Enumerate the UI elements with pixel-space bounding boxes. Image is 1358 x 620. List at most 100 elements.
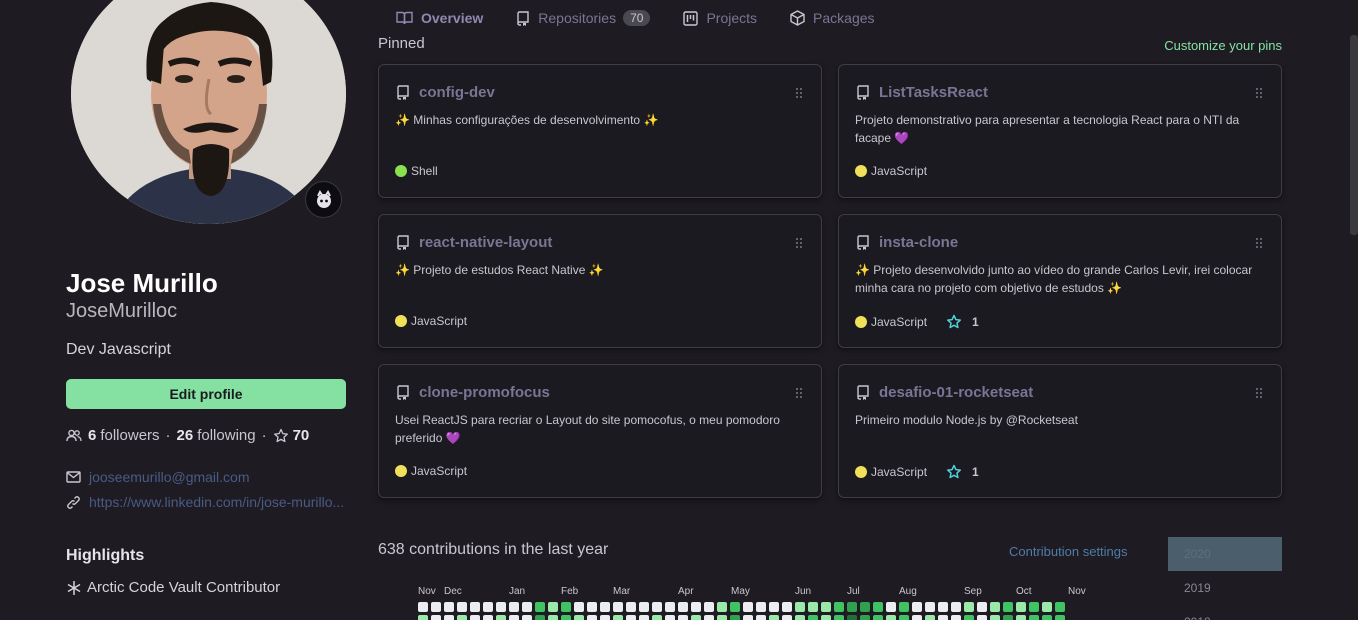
customize-pins-link[interactable]: Customize your pins xyxy=(1164,38,1282,53)
contribution-day[interactable] xyxy=(600,602,610,612)
contribution-day[interactable] xyxy=(977,615,987,620)
contribution-settings-button[interactable]: Contribution settings xyxy=(1009,544,1128,559)
contribution-day[interactable] xyxy=(704,615,714,620)
edit-profile-button[interactable]: Edit profile xyxy=(66,379,346,409)
contribution-day[interactable] xyxy=(691,602,701,612)
repo-name-link[interactable]: config-dev xyxy=(419,84,495,101)
contribution-day[interactable] xyxy=(652,615,662,620)
contribution-day[interactable] xyxy=(704,602,714,612)
drag-handle-icon[interactable] xyxy=(795,386,803,404)
contribution-day[interactable] xyxy=(1055,615,1065,620)
highlight-arctic-vault[interactable]: Arctic Code Vault Contributor xyxy=(66,579,280,596)
contribution-day[interactable] xyxy=(1003,615,1013,620)
contribution-day[interactable] xyxy=(600,615,610,620)
contribution-day[interactable] xyxy=(509,615,519,620)
contribution-day[interactable] xyxy=(1029,615,1039,620)
tab-overview[interactable]: Overview xyxy=(396,10,483,26)
repo-name-link[interactable]: desafio-01-rocketseat xyxy=(879,384,1033,401)
contribution-day[interactable] xyxy=(990,602,1000,612)
avatar[interactable] xyxy=(71,0,346,224)
contribution-day[interactable] xyxy=(1042,602,1052,612)
contribution-day[interactable] xyxy=(730,602,740,612)
contribution-day[interactable] xyxy=(912,615,922,620)
contribution-day[interactable] xyxy=(756,615,766,620)
contribution-day[interactable] xyxy=(639,602,649,612)
contribution-day[interactable] xyxy=(470,602,480,612)
contribution-day[interactable] xyxy=(873,602,883,612)
contribution-day[interactable] xyxy=(522,602,532,612)
following-link[interactable]: 26 following xyxy=(177,427,256,444)
contribution-day[interactable] xyxy=(548,615,558,620)
contribution-day[interactable] xyxy=(925,602,935,612)
repo-stars-link[interactable]: 1 xyxy=(946,464,979,480)
contribution-day[interactable] xyxy=(535,602,545,612)
contribution-day[interactable] xyxy=(431,602,441,612)
contribution-day[interactable] xyxy=(769,615,779,620)
contribution-day[interactable] xyxy=(418,602,428,612)
contribution-day[interactable] xyxy=(899,602,909,612)
contribution-day[interactable] xyxy=(509,602,519,612)
contribution-day[interactable] xyxy=(860,615,870,620)
contribution-day[interactable] xyxy=(431,615,441,620)
stars-link[interactable]: 70 xyxy=(273,427,314,444)
contribution-day[interactable] xyxy=(444,615,454,620)
contribution-day[interactable] xyxy=(990,615,1000,620)
contribution-day[interactable] xyxy=(457,615,467,620)
tab-packages[interactable]: Packages xyxy=(790,10,875,26)
contribution-day[interactable] xyxy=(613,615,623,620)
contribution-day[interactable] xyxy=(795,602,805,612)
contribution-day[interactable] xyxy=(951,602,961,612)
contribution-day[interactable] xyxy=(665,602,675,612)
contribution-day[interactable] xyxy=(1003,602,1013,612)
contribution-day[interactable] xyxy=(470,615,480,620)
contribution-day[interactable] xyxy=(964,615,974,620)
contribution-day[interactable] xyxy=(665,615,675,620)
contribution-day[interactable] xyxy=(743,602,753,612)
contribution-day[interactable] xyxy=(730,615,740,620)
contribution-day[interactable] xyxy=(782,615,792,620)
contribution-day[interactable] xyxy=(834,602,844,612)
contribution-day[interactable] xyxy=(925,615,935,620)
contribution-day[interactable] xyxy=(496,615,506,620)
contribution-day[interactable] xyxy=(483,602,493,612)
contribution-day[interactable] xyxy=(912,602,922,612)
tab-repositories[interactable]: Repositories 70 xyxy=(516,10,651,26)
drag-handle-icon[interactable] xyxy=(1255,86,1263,104)
email-link[interactable]: jooseemurillo@gmail.com xyxy=(66,469,250,485)
year-2020[interactable]: 2020 xyxy=(1168,537,1282,571)
contribution-day[interactable] xyxy=(782,602,792,612)
scrollbar[interactable] xyxy=(1350,35,1358,235)
contribution-day[interactable] xyxy=(522,615,532,620)
contribution-day[interactable] xyxy=(561,602,571,612)
contribution-day[interactable] xyxy=(626,602,636,612)
repo-name-link[interactable]: ListTasksReact xyxy=(879,84,988,101)
contribution-day[interactable] xyxy=(821,615,831,620)
contribution-day[interactable] xyxy=(756,602,766,612)
contribution-day[interactable] xyxy=(821,602,831,612)
drag-handle-icon[interactable] xyxy=(1255,386,1263,404)
status-emoji-button[interactable] xyxy=(305,181,342,218)
contribution-day[interactable] xyxy=(795,615,805,620)
contribution-day[interactable] xyxy=(769,602,779,612)
contribution-day[interactable] xyxy=(886,615,896,620)
contribution-day[interactable] xyxy=(847,615,857,620)
contribution-day[interactable] xyxy=(691,615,701,620)
website-link[interactable]: https://www.linkedin.com/in/jose-murillo… xyxy=(66,494,344,510)
contribution-day[interactable] xyxy=(938,602,948,612)
contribution-day[interactable] xyxy=(613,602,623,612)
contribution-day[interactable] xyxy=(1016,602,1026,612)
contribution-day[interactable] xyxy=(418,615,428,620)
drag-handle-icon[interactable] xyxy=(795,236,803,254)
contribution-day[interactable] xyxy=(899,615,909,620)
contribution-day[interactable] xyxy=(808,602,818,612)
contribution-day[interactable] xyxy=(574,615,584,620)
year-2019[interactable]: 2019 xyxy=(1168,571,1282,605)
contribution-day[interactable] xyxy=(1016,615,1026,620)
contribution-day[interactable] xyxy=(548,602,558,612)
contribution-day[interactable] xyxy=(587,615,597,620)
contribution-day[interactable] xyxy=(808,615,818,620)
contribution-day[interactable] xyxy=(457,602,467,612)
contribution-day[interactable] xyxy=(574,602,584,612)
contribution-day[interactable] xyxy=(1029,602,1039,612)
contribution-day[interactable] xyxy=(587,602,597,612)
